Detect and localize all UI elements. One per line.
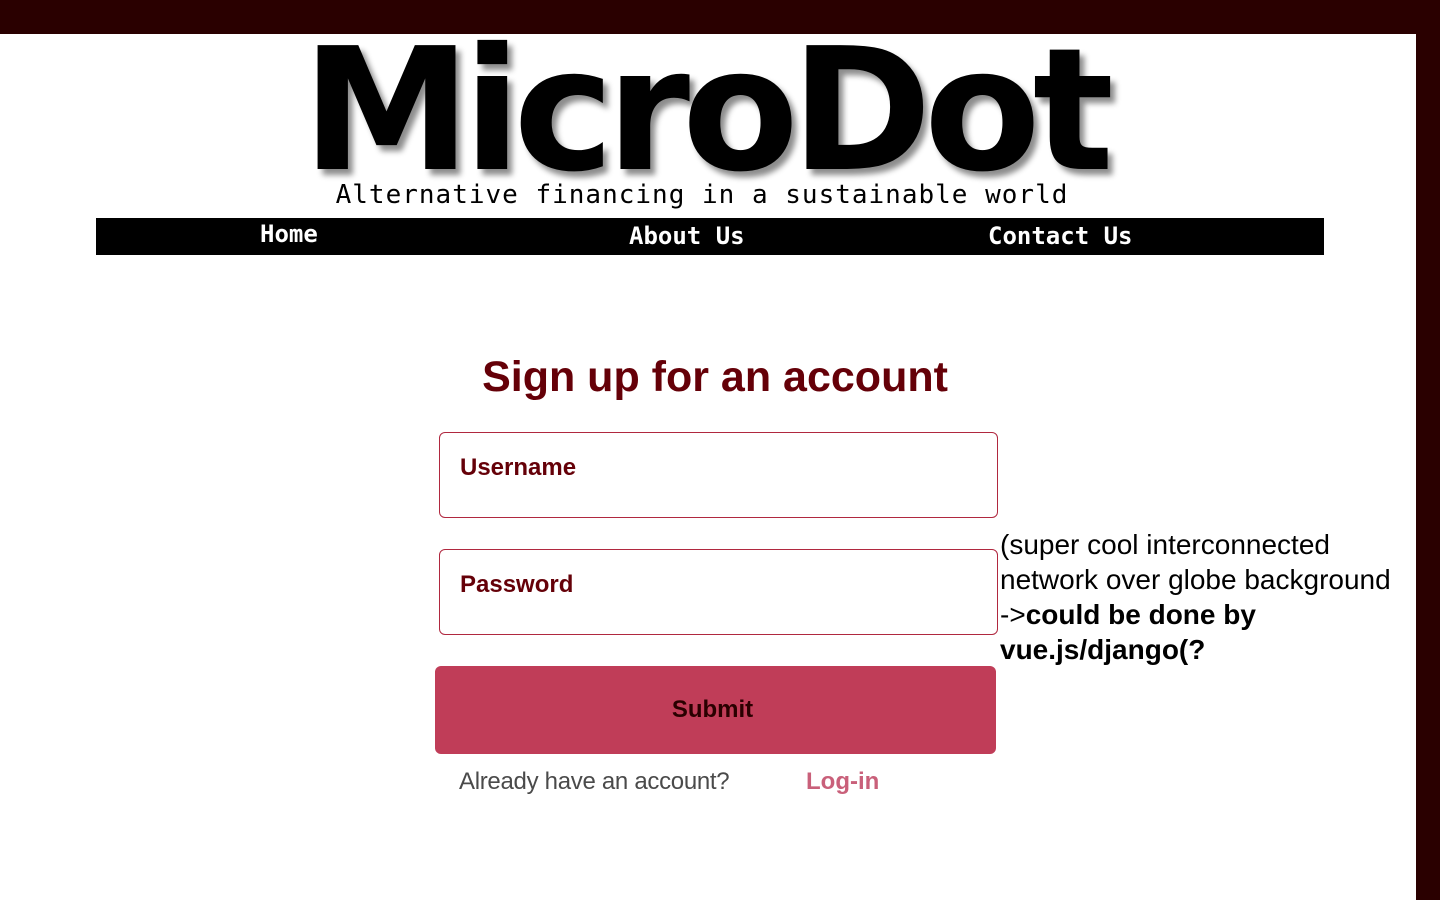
username-field[interactable]: Username xyxy=(439,432,998,518)
password-field[interactable]: Password xyxy=(439,549,998,635)
note-line-3: ->could be done by xyxy=(1000,597,1430,632)
note-line-2: network over globe background xyxy=(1000,564,1391,595)
submit-button[interactable]: Submit xyxy=(435,666,996,754)
username-label: Username xyxy=(460,454,577,481)
microdot-logo: MicroDot xyxy=(301,12,1114,210)
submit-button-label: Submit xyxy=(671,696,754,723)
background-note: (super cool interconnected network over … xyxy=(1000,527,1430,667)
login-link[interactable]: Log-in xyxy=(806,767,879,797)
password-label: Password xyxy=(460,571,574,598)
nav-contact-us-link[interactable]: Contact Us xyxy=(988,221,1133,251)
note-line-1: (super cool interconnected xyxy=(1000,529,1330,560)
note-line-3-prefix: -> xyxy=(1000,599,1026,630)
logo-tagline: Alternative financing in a sustainable w… xyxy=(335,180,1069,210)
nav-home-link[interactable]: Home xyxy=(260,219,318,249)
main-navbar: Home About Us Contact Us xyxy=(96,218,1324,255)
note-line-3-bold: could be done by xyxy=(1025,599,1256,630)
nav-about-us-link[interactable]: About Us xyxy=(629,221,745,251)
note-line-4: vue.js/django(? xyxy=(1000,632,1430,667)
note-line-4-bold: vue.js/django(? xyxy=(1000,634,1206,665)
page: MicroDot Alternative financing in a sust… xyxy=(0,26,1416,900)
already-have-account-text: Already have an account? xyxy=(459,768,730,795)
signup-title: Sign up for an account xyxy=(482,353,948,401)
